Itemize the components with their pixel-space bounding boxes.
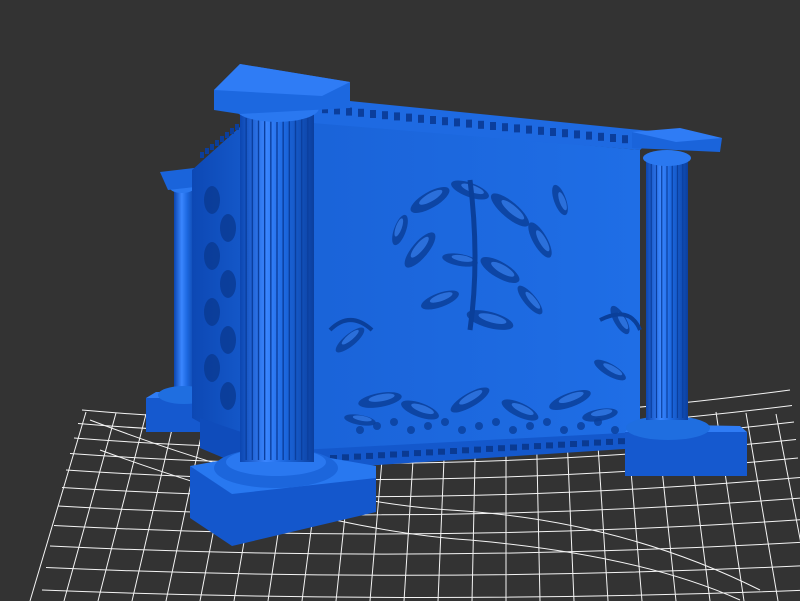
back-right-column[interactable] xyxy=(625,128,747,476)
column-flutes xyxy=(650,164,684,418)
3d-viewport[interactable] xyxy=(0,0,800,601)
3d-scene[interactable] xyxy=(0,0,800,601)
